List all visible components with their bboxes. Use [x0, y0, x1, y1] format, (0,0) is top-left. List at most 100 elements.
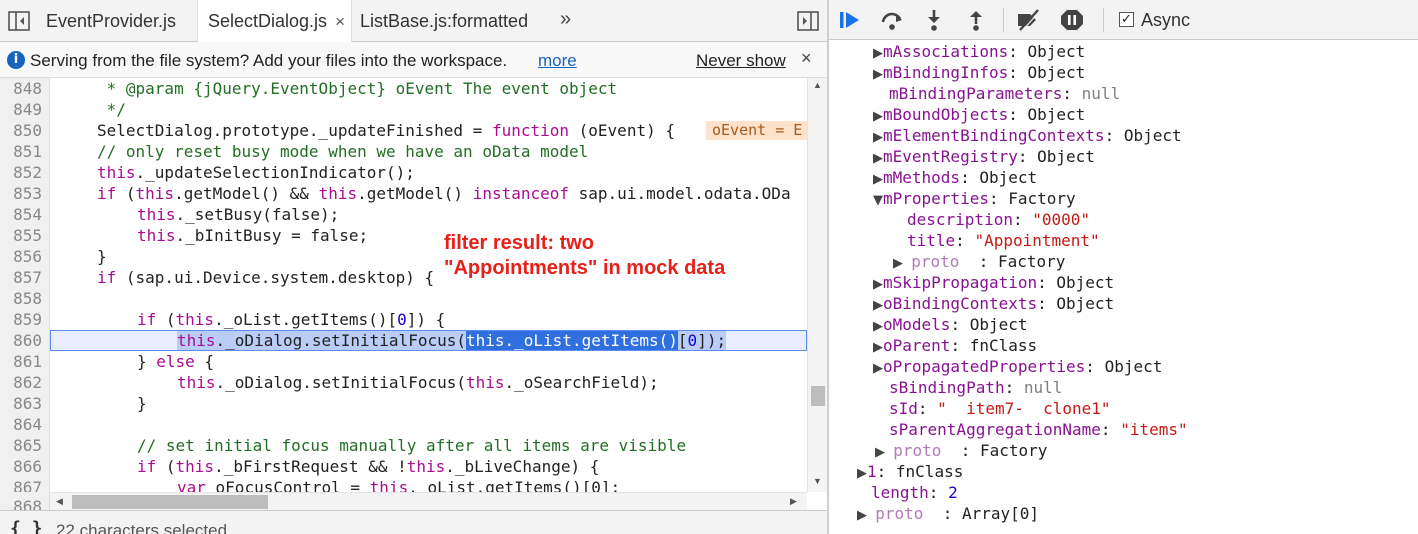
tab-label: SelectDialog.js	[208, 11, 328, 31]
tree-node-sBindingPath: sBindingPath: null	[889, 378, 1063, 397]
tree-node-mSkipPropagation[interactable]: ▶mSkipPropagation: Object	[873, 272, 1114, 293]
line-number[interactable]: 856	[0, 246, 50, 267]
expand-arrow-icon[interactable]: ▶	[873, 361, 883, 376]
expand-arrow-icon[interactable]: ▶	[873, 298, 883, 313]
tree-node-proto[interactable]: ▶ proto : Factory	[893, 251, 1065, 272]
tree-node-mEventRegistry[interactable]: ▶mEventRegistry: Object	[873, 146, 1095, 167]
toggle-navigator-icon[interactable]	[7, 9, 31, 33]
line-number[interactable]: 859	[0, 309, 50, 330]
editor-horizontal-scrollbar[interactable]: ◀ ▶	[50, 492, 807, 510]
tree-node-proto[interactable]: ▶ proto : Factory	[875, 440, 1047, 461]
line-number[interactable]: 851	[0, 141, 50, 162]
tree-node-mAssociations[interactable]: ▶mAssociations: Object	[873, 41, 1085, 62]
code-text: // set initial focus manually after all …	[137, 436, 687, 455]
tree-node-oParent[interactable]: ▶oParent: fnClass	[873, 335, 1037, 356]
tree-node-oModels[interactable]: ▶oModels: Object	[873, 314, 1028, 335]
async-checkbox[interactable]: ✓	[1119, 12, 1134, 27]
more-link[interactable]: more	[538, 51, 577, 71]
tree-node-mMethods[interactable]: ▶mMethods: Object	[873, 167, 1037, 188]
selection-status: 22 characters selected	[56, 521, 228, 534]
tree-node-1[interactable]: ▶1: fnClass	[857, 461, 963, 482]
line-number[interactable]: 864	[0, 414, 50, 435]
code-line: 864	[0, 414, 807, 435]
line-number[interactable]: 857	[0, 267, 50, 288]
code-line: 866 if (this._bFirstRequest && !this._bL…	[0, 456, 807, 477]
code-line: 849 */	[0, 99, 807, 120]
step-into-icon[interactable]	[921, 8, 947, 32]
more-tabs-icon[interactable]: »	[560, 8, 571, 31]
tree-node-oPropagatedProperties[interactable]: ▶oPropagatedProperties: Object	[873, 356, 1162, 377]
line-number[interactable]: 863	[0, 393, 50, 414]
scroll-right-icon[interactable]: ▶	[790, 496, 797, 507]
tree-node-proto[interactable]: ▶ proto : Array[0]	[857, 503, 1039, 524]
line-number[interactable]: 854	[0, 204, 50, 225]
expand-arrow-icon[interactable]: ▶	[873, 340, 883, 355]
line-number[interactable]: 855	[0, 225, 50, 246]
step-over-icon[interactable]	[879, 8, 905, 32]
toolbar-separator	[1003, 8, 1004, 32]
code-text: if (this._oList.getItems()[0]) {	[137, 310, 446, 329]
editor-vertical-scrollbar[interactable]: ▲ ▼	[807, 78, 827, 492]
close-icon[interactable]: ×	[335, 12, 345, 32]
expand-arrow-icon[interactable]: ▶	[873, 319, 883, 334]
line-number[interactable]: 867	[0, 477, 50, 492]
tree-node-mBoundObjects[interactable]: ▶mBoundObjects: Object	[873, 104, 1085, 125]
expand-arrow-icon[interactable]: ▶	[873, 109, 883, 124]
expand-arrow-icon[interactable]: ▶	[873, 172, 883, 187]
line-number[interactable]: 850	[0, 120, 50, 141]
tree-node-mElementBindingContexts[interactable]: ▶mElementBindingContexts: Object	[873, 125, 1182, 146]
resume-icon[interactable]	[837, 8, 863, 32]
line-number[interactable]: 858	[0, 288, 50, 309]
line-number[interactable]: 868	[0, 496, 49, 510]
line-number[interactable]: 852	[0, 162, 50, 183]
line-number[interactable]: 853	[0, 183, 50, 204]
tree-node-oBindingContexts[interactable]: ▶oBindingContexts: Object	[873, 293, 1114, 314]
step-out-icon[interactable]	[963, 8, 989, 32]
code-text[interactable]: this._oDialog.setInitialFocus(this._oLis…	[177, 330, 727, 351]
pretty-print-icon[interactable]: { }	[10, 518, 43, 534]
expand-arrow-icon[interactable]: ▶	[893, 256, 911, 271]
tree-node-title: title: "Appointment"	[907, 231, 1100, 250]
expand-arrow-icon[interactable]: ▶	[873, 277, 883, 292]
line-number[interactable]: 848	[0, 78, 50, 99]
expand-arrow-icon[interactable]: ▶	[873, 67, 883, 82]
never-show-link[interactable]: Never show	[696, 51, 786, 71]
tree-node-sParentAggregationName: sParentAggregationName: "items"	[889, 420, 1188, 439]
expand-arrow-icon[interactable]: ▶	[873, 46, 883, 61]
info-icon: i	[7, 51, 25, 69]
expand-arrow-icon[interactable]: ▶	[873, 151, 883, 166]
tab-eventprovider[interactable]: EventProvider.js	[36, 0, 186, 42]
editor-status-bar: { } 22 characters selected	[0, 510, 827, 534]
expand-arrow-icon[interactable]: ▶	[857, 508, 875, 523]
line-number[interactable]: 849	[0, 99, 50, 120]
close-icon[interactable]: ×	[801, 48, 812, 69]
pause-on-exceptions-icon[interactable]	[1059, 8, 1085, 32]
scrollbar-thumb[interactable]	[72, 495, 268, 509]
line-number[interactable]: 862	[0, 372, 50, 393]
scroll-down-icon[interactable]: ▼	[813, 476, 822, 486]
collapse-arrow-icon[interactable]: ▼	[873, 193, 883, 208]
expand-arrow-icon[interactable]: ▶	[875, 445, 893, 460]
scrollbar-thumb[interactable]	[811, 386, 825, 406]
line-number[interactable]: 865	[0, 435, 50, 456]
line-number[interactable]: 860	[0, 330, 50, 351]
expand-arrow-icon[interactable]: ▶	[873, 130, 883, 145]
code-line: 854 this._setBusy(false);	[0, 204, 807, 225]
code-text: if (sap.ui.Device.system.desktop) {	[97, 268, 435, 287]
tab-listbase[interactable]: ListBase.js:formatted	[352, 0, 536, 42]
tab-selectdialog[interactable]: SelectDialog.js ×	[197, 0, 352, 43]
debugger-sidebar: ✓ Async ▶mAssociations: Object ▶mBinding…	[829, 0, 1418, 534]
line-number[interactable]: 866	[0, 456, 50, 477]
code-editor[interactable]: 848 * @param {jQuery.EventObject} oEvent…	[0, 78, 807, 492]
code-text: if (this.getModel() && this.getModel() i…	[97, 184, 791, 203]
tree-node-mProperties[interactable]: ▼mProperties: Factory	[873, 188, 1076, 209]
toggle-debugger-icon[interactable]	[796, 9, 820, 33]
scroll-up-icon[interactable]: ▲	[813, 80, 822, 90]
tree-node-mBindingInfos[interactable]: ▶mBindingInfos: Object	[873, 62, 1085, 83]
deactivate-breakpoints-icon[interactable]	[1015, 8, 1041, 32]
code-line: 862 this._oDialog.setInitialFocus(this._…	[0, 372, 807, 393]
expand-arrow-icon[interactable]: ▶	[857, 466, 867, 481]
scroll-left-icon[interactable]: ◀	[56, 496, 63, 507]
current-code-line: 860 this._oDialog.setInitialFocus(this._…	[0, 330, 807, 351]
line-number[interactable]: 861	[0, 351, 50, 372]
